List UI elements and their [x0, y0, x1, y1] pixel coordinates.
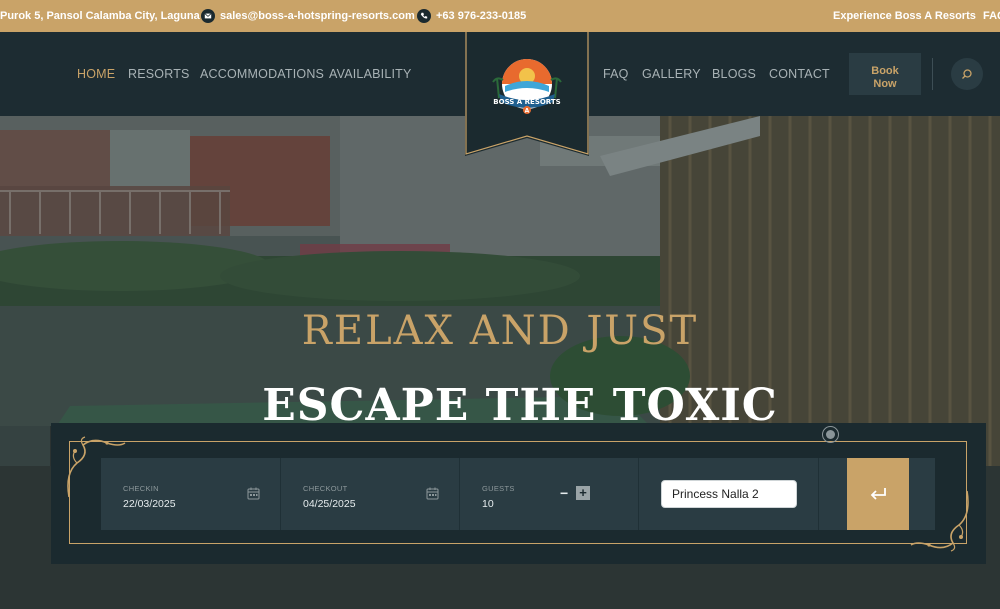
logo-letter: A [525, 108, 530, 115]
email-contact[interactable]: sales@boss-a-hotspring-resorts.com [201, 0, 415, 32]
phone-icon [417, 9, 431, 23]
search-icon [962, 69, 972, 79]
guests-label: GUESTS [482, 484, 515, 493]
hero-subtitle: RELAX AND JUST [301, 308, 699, 354]
resort-logo[interactable]: BOSS A RESORTS A [465, 32, 589, 156]
guests-value[interactable]: 10 [482, 498, 494, 510]
enter-arrow-icon [870, 488, 886, 500]
checkin-value[interactable]: 22/03/2025 [123, 498, 176, 510]
guests-field: GUESTS 10 − + [460, 458, 639, 530]
book-now-button[interactable]: Book Now [849, 53, 921, 95]
increment-button[interactable]: + [576, 486, 590, 500]
calendar-icon[interactable] [247, 487, 260, 500]
address-text: Purok 5, Pansol Calamba City, Laguna [0, 10, 200, 22]
logo-banner[interactable]: BOSS A RESORTS A [465, 32, 589, 156]
nav-resorts[interactable]: RESORTS [128, 67, 190, 81]
decrement-button[interactable]: − [560, 486, 572, 500]
nav-blogs[interactable]: BLOGS [712, 67, 756, 81]
search-button[interactable] [951, 58, 983, 90]
nav-faq[interactable]: FAQ [603, 67, 629, 81]
phone-text[interactable]: +63 976-233-0185 [436, 10, 526, 22]
guests-stepper: − + [560, 486, 590, 500]
checkout-label: CHECKOUT [303, 484, 348, 493]
resort-field: Princess Nalla 2 [639, 458, 819, 530]
submit-booking-button[interactable] [847, 458, 909, 530]
carousel-indicator[interactable] [822, 426, 839, 443]
nav-availability[interactable]: AVAILABILITY [329, 67, 412, 81]
nav-home[interactable]: HOME [77, 67, 115, 81]
faq-top-link[interactable]: FAQ [983, 0, 1000, 32]
top-info-bar: Purok 5, Pansol Calamba City, Laguna sal… [0, 0, 1000, 32]
book-now-line1: Book [871, 65, 899, 77]
nav-contact[interactable]: CONTACT [769, 67, 830, 81]
email-text[interactable]: sales@boss-a-hotspring-resorts.com [220, 10, 415, 22]
nav-gallery[interactable]: GALLERY [642, 67, 701, 81]
nav-divider [932, 58, 933, 90]
email-icon [201, 9, 215, 23]
checkin-label: CHECKIN [123, 484, 159, 493]
booking-form: CHECKIN 22/03/2025 CHECKOUT 04/25/2025 G… [101, 458, 935, 530]
experience-link[interactable]: Experience Boss A Resorts [833, 0, 976, 32]
book-now-line2: Now [873, 78, 897, 90]
resort-select[interactable]: Princess Nalla 2 [661, 480, 797, 508]
checkin-field[interactable]: CHECKIN 22/03/2025 [101, 458, 281, 530]
booking-panel: CHECKIN 22/03/2025 CHECKOUT 04/25/2025 G… [51, 423, 986, 564]
calendar-icon[interactable] [426, 487, 439, 500]
logo-text: BOSS A RESORTS [493, 98, 560, 106]
checkout-field[interactable]: CHECKOUT 04/25/2025 [281, 458, 460, 530]
phone-contact[interactable]: +63 976-233-0185 [417, 0, 526, 32]
nav-accommodations[interactable]: ACCOMMODATIONS [200, 67, 324, 81]
checkout-value[interactable]: 04/25/2025 [303, 498, 356, 510]
